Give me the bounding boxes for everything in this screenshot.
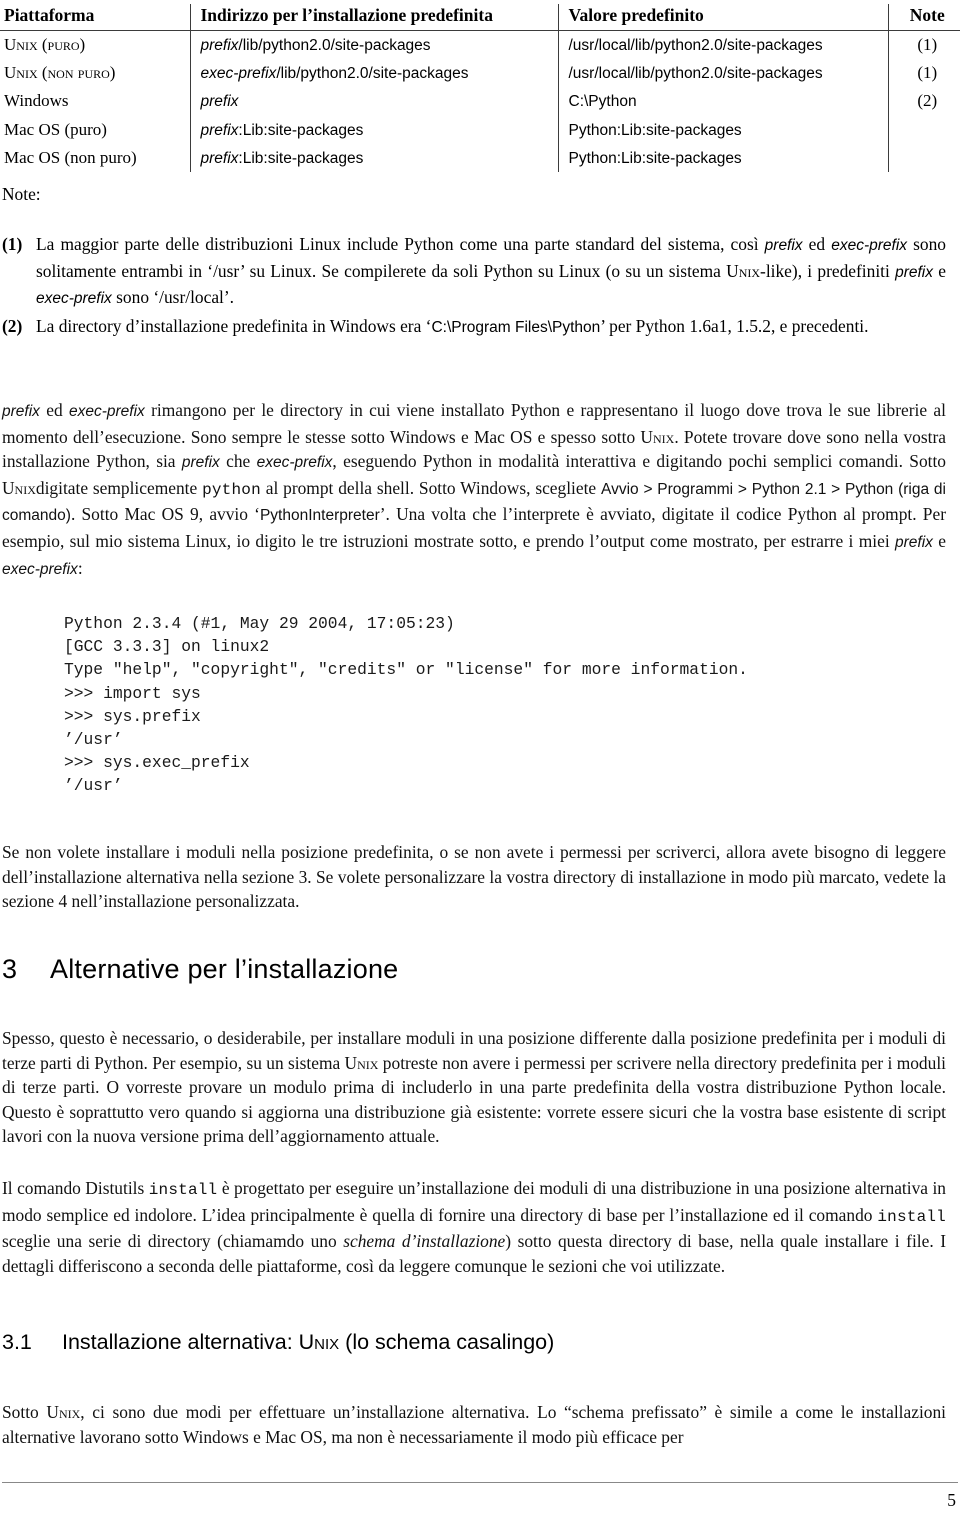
section-number: 3.1 <box>2 1330 32 1354</box>
note-body: La directory d’installazione predefinita… <box>36 316 869 336</box>
term-exec-prefix: exec-prefix <box>831 237 908 254</box>
cell-note: (1) <box>887 30 960 60</box>
cell-install-path: prefix <box>189 87 558 116</box>
alternative-install-paragraph: Se non volete installare i moduli nella … <box>2 842 946 912</box>
table-row: Unix (non puro) exec-prefix/lib/python2.… <box>0 59 960 88</box>
code-install: install <box>877 1207 946 1226</box>
code-line: ’/usr’ <box>64 776 123 796</box>
section3-paragraph-1: Spesso, questo è necessario, o desiderab… <box>2 1028 946 1147</box>
term-unix: Unix <box>344 1052 379 1073</box>
note-item-1: (1) La maggior parte delle distribuzioni… <box>2 232 946 312</box>
note-item-2: (2) La directory d’installazione predefi… <box>2 314 946 341</box>
cell-note <box>887 143 960 172</box>
cell-default-value: Python:Lib:site-packages <box>557 115 888 144</box>
cell-default-value: Python:Lib:site-packages <box>557 143 888 172</box>
footer-divider <box>2 1482 958 1483</box>
cell-default-value: C:\Python <box>557 87 888 116</box>
path-suffix: /lib/python2.0/site-packages <box>276 65 469 83</box>
section31-paragraph-1: Sotto Unix, ci sono due modi per effettu… <box>2 1402 946 1447</box>
table-row: Windows prefix C:\Python (2) <box>0 87 960 116</box>
term-unix: Unix <box>46 1402 81 1422</box>
path-variable: exec-prefix <box>200 65 277 83</box>
code-line: >>> sys.exec_prefix <box>64 753 250 773</box>
table-row: Mac OS (puro) prefix:Lib:site-packages P… <box>0 115 960 144</box>
cell-platform: Unix (non puro) <box>4 63 116 83</box>
table-header-row: Piattaforma Indirizzo per l’installazion… <box>0 4 960 32</box>
section-number: 3 <box>2 954 18 984</box>
term-exec-prefix: exec-prefix <box>68 403 145 420</box>
section3-paragraph-2: Il comando Distutils install è progettat… <box>2 1178 946 1276</box>
term-prefix: prefix <box>2 403 40 420</box>
code-line: Python 2.3.4 (#1, May 29 2004, 17:05:23) <box>64 614 455 633</box>
document-page: Piattaforma Indirizzo per l’installazion… <box>0 0 960 1520</box>
term-exec-prefix: exec-prefix <box>36 290 112 308</box>
column-header-platform: Piattaforma <box>0 4 190 32</box>
cell-default-value: /usr/local/lib/python2.0/site-packages <box>557 30 888 60</box>
column-header-note: Note <box>887 4 960 32</box>
page-number: 5 <box>947 1490 956 1510</box>
note-body: La maggior parte delle distribuzioni Lin… <box>36 234 946 308</box>
term-unix: Unix <box>2 477 36 498</box>
term-schema-installazione: schema d’installazione <box>343 1231 506 1252</box>
path-variable: prefix <box>200 37 239 55</box>
code-line: Type "help", "copyright", "credits" or "… <box>64 660 748 680</box>
path-variable: prefix <box>200 149 239 167</box>
path-suffix: :Lib:site-packages <box>238 149 364 167</box>
prefix-paragraph: prefix ed exec-prefix rimangono per le d… <box>2 400 947 578</box>
path-variable: prefix <box>200 121 239 139</box>
path-program-files: C:\Program Files\Python <box>431 319 601 336</box>
cell-platform: Mac OS (non puro) <box>4 147 137 167</box>
code-python: python <box>202 480 261 499</box>
install-paths-table-wrapper: Piattaforma Indirizzo per l’installazion… <box>0 4 960 172</box>
term-prefix: prefix <box>764 237 803 254</box>
cell-install-path: prefix/lib/python2.0/site-packages <box>189 30 558 60</box>
code-line: ’/usr’ <box>64 730 123 750</box>
term-unix: Unix <box>640 426 675 447</box>
cell-note: (1) <box>887 59 960 88</box>
path-suffix: :Lib:site-packages <box>238 121 364 139</box>
python-session-code-block: Python 2.3.4 (#1, May 29 2004, 17:05:23)… <box>64 612 748 798</box>
section-title: Alternative per l’installazione <box>50 954 399 984</box>
cell-platform: Mac OS (puro) <box>4 119 107 139</box>
path-variable: prefix <box>200 93 239 111</box>
note-marker: (2) <box>2 316 23 336</box>
install-paths-table: Piattaforma Indirizzo per l’installazion… <box>0 4 960 172</box>
term-prefix: prefix <box>181 454 220 472</box>
term-unix: Unix <box>298 1330 340 1354</box>
note-marker: (1) <box>2 234 23 254</box>
term-prefix: prefix <box>895 263 933 281</box>
section-heading-3: 3 Alternative per l’installazione <box>2 954 398 985</box>
code-line: [GCC 3.3.3] on linux2 <box>64 637 270 657</box>
code-line: >>> import sys <box>64 683 201 703</box>
app-name-pythoninterpreter: PythonInterpreter <box>259 507 380 525</box>
cell-install-path: prefix:Lib:site-packages <box>189 115 558 144</box>
column-header-default-value: Valore predefinito <box>557 4 888 32</box>
cell-install-path: prefix:Lib:site-packages <box>189 143 558 172</box>
cell-default-value: /usr/local/lib/python2.0/site-packages <box>557 59 888 88</box>
term-unix: Unix <box>726 260 761 281</box>
cell-platform: Windows <box>4 91 69 111</box>
notes-label: Note: <box>2 184 41 204</box>
column-header-install-path: Indirizzo per l’installazione predefinit… <box>189 4 558 32</box>
path-suffix: /lib/python2.0/site-packages <box>238 37 431 55</box>
term-exec-prefix: exec-prefix <box>2 560 78 578</box>
term-prefix: prefix <box>895 533 933 551</box>
section-title: Installazione alternativa: Unix (lo sche… <box>62 1330 555 1354</box>
code-install: install <box>148 1181 218 1199</box>
cell-install-path: exec-prefix/lib/python2.0/site-packages <box>189 59 558 88</box>
term-exec-prefix: exec-prefix <box>256 454 333 472</box>
section-heading-3-1: 3.1 Installazione alternativa: Unix (lo s… <box>2 1330 554 1355</box>
cell-note: (2) <box>887 87 960 116</box>
code-line: >>> sys.prefix <box>64 706 201 726</box>
cell-note <box>887 115 960 144</box>
table-row: Mac OS (non puro) prefix:Lib:site-packag… <box>0 143 960 172</box>
cell-platform: Unix (puro) <box>4 35 86 55</box>
table-row: Unix (puro) prefix/lib/python2.0/site-pa… <box>0 30 960 60</box>
